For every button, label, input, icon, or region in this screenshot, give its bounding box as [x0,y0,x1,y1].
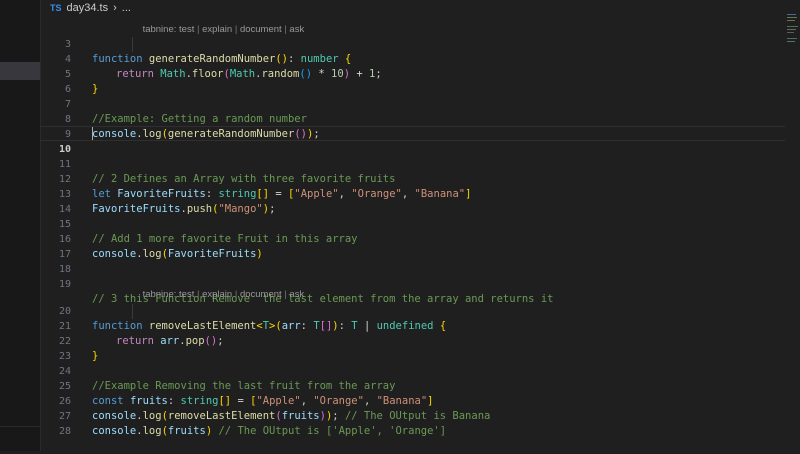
codelens-tabnine[interactable]: tabnine: test | explain | document | ask [132,277,305,300]
code-line[interactable]: 22 } [40,319,98,362]
codelens-document[interactable]: document [240,24,282,35]
codelens-document[interactable]: document [240,289,282,300]
code-line[interactable]: 4 return Math.floor(Math.random() * 10) … [40,37,382,80]
code-text: console.log(generateRandomNumber()); [92,128,320,140]
code-line[interactable]: 8 console.log(generateRandomNumber()); [40,97,320,140]
code-line[interactable]: 18 [40,247,71,275]
code-line[interactable]: 13 FavoriteFruits.push("Mango"); [40,172,275,215]
codelens-ask[interactable]: ask [289,289,304,300]
codelens-tabnine[interactable]: tabnine: test | explain | document | ask [132,12,305,35]
code-line[interactable]: 11 // 2 Defines an Array with three favo… [40,142,395,185]
codelens-explain[interactable]: explain [202,24,232,35]
code-line[interactable]: 9 [40,112,71,140]
code-line[interactable]: 28 [40,409,71,437]
code-text: FavoriteFruits.push("Mango"); [92,203,276,215]
minimap-line [787,26,798,27]
indent-guide [132,37,133,52]
code-line[interactable]: 6 [40,67,71,95]
minimap-line [787,29,796,30]
minimap-line [787,17,797,18]
code-line[interactable]: 25 const fruits: string[] = ["Apple", "O… [40,364,434,407]
code-text: const fruits: string[] = ["Apple", "Oran… [92,395,434,407]
code-comment: //Example: Getting a random number [92,113,307,125]
codelens-test[interactable]: test [179,289,194,300]
code-line[interactable]: 3 function generateRandomNumber(): numbe… [40,22,351,65]
code-comment: // Add 1 more favorite Fruit in this arr… [92,233,358,245]
minimap[interactable] [785,0,800,451]
codelens-prefix: tabnine: [142,24,177,35]
code-text: } [92,350,99,362]
code-line-active[interactable]: 10 [40,127,71,155]
code-text: } [92,83,99,95]
code-text: console.log(FavoriteFruits) [92,248,263,260]
code-line[interactable]: 19 // 3 this Function Remove the last el… [40,262,554,305]
code-line[interactable]: 7 //Example: Getting a random number [40,82,307,125]
code-text: let FavoriteFruits: string[] = ["Apple",… [92,188,472,200]
code-text: function generateRandomNumber(): number … [92,53,352,65]
code-line[interactable]: 5 } [40,52,98,95]
minimap-line [787,38,797,39]
panel-divider [0,426,40,427]
code-text: return arr.pop(); [116,335,224,347]
code-line[interactable]: 14 [40,187,71,215]
line-number: 28 [58,426,71,437]
code-text: console.log(fruits) // The OUtput is ['A… [92,425,447,437]
code-editor[interactable]: tabnine: test | explain | document | ask… [40,0,785,451]
selected-explorer-item[interactable] [0,62,40,80]
code-line[interactable]: 17 [40,232,71,260]
codelens-ask[interactable]: ask [289,24,304,35]
side-panel [0,0,41,451]
codelens-prefix: tabnine: [142,289,177,300]
code-text: function removeLastElement<T>(arr: T[]):… [92,320,447,332]
code-line[interactable]: 26 console.log(removeLastElement(fruits)… [40,379,490,422]
code-line[interactable]: 23 [40,334,71,362]
codelens-test[interactable]: test [179,24,194,35]
code-line[interactable]: 21 return arr.pop(); [40,304,224,347]
code-comment: //Example Removing the last fruit from t… [92,380,396,392]
text-cursor [92,127,93,140]
minimap-line [787,41,795,42]
code-line[interactable]: 27 console.log(fruits) // The OUtput is … [40,394,446,437]
code-line[interactable]: 16 console.log(FavoriteFruits) [40,217,263,260]
minimap-line [787,32,794,33]
code-line[interactable]: 15 // Add 1 more favorite Fruit in this … [40,202,358,245]
codelens-explain[interactable]: explain [202,289,232,300]
minimap-line [787,14,796,15]
code-line[interactable]: 12 let FavoriteFruits: string[] = ["Appl… [40,157,471,200]
code-text: return Math.floor(Math.random() * 10) + … [116,68,382,80]
code-comment: // 2 Defines an Array with three favorit… [92,173,396,185]
code-text: console.log(removeLastElement(fruits)); … [92,410,491,422]
code-line[interactable]: 24 //Example Removing the last fruit fro… [40,349,395,392]
minimap-line [787,20,795,21]
indent-guide [132,304,133,319]
code-line[interactable]: 20 function removeLastElement<T>(arr: T[… [40,289,446,332]
